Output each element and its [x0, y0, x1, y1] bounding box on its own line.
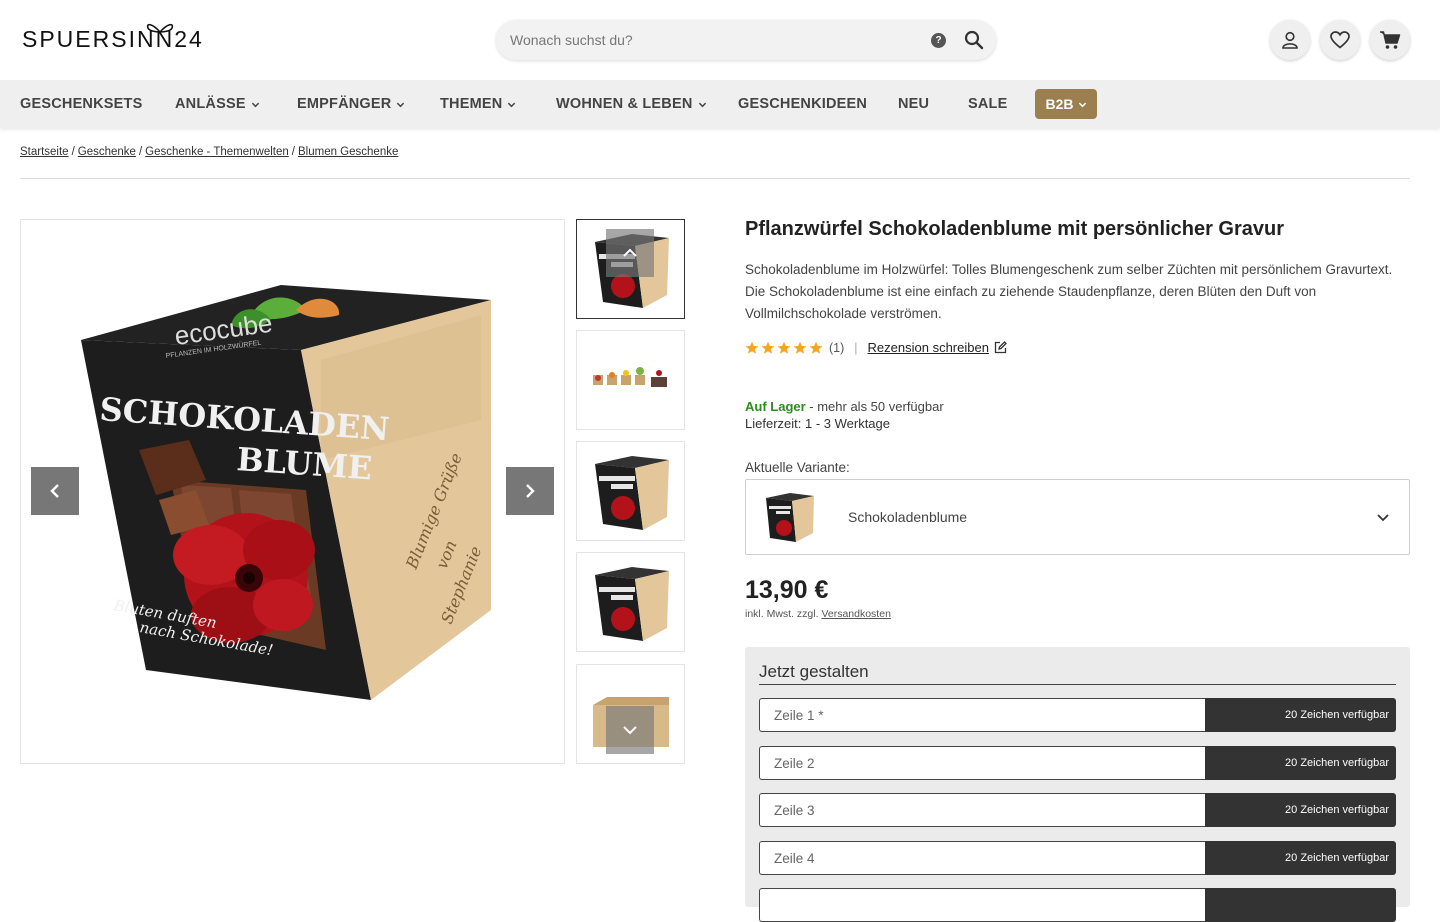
rating-separator: | — [854, 340, 858, 355]
star-icon — [761, 341, 775, 354]
nav-item-sale[interactable]: SALE — [968, 80, 1007, 128]
chevron-down-icon — [623, 726, 637, 735]
product-cube-image: ecocube PFLANZEN IM HOLZWÜRFEL SCHOKOLAD… — [81, 285, 491, 700]
edit-icon — [994, 341, 1007, 354]
product-description: Schokoladenblume im Holzwürfel: Tolles B… — [745, 262, 1393, 321]
breadcrumb-link-blumen[interactable]: Blumen Geschenke — [298, 146, 398, 158]
breadcrumb-divider — [20, 178, 1410, 179]
thumbnail-4[interactable] — [576, 552, 685, 652]
engraving-configurator: Jetzt gestalten 20 Zeichen verfügbar 20 … — [745, 647, 1410, 922]
star-icon — [793, 341, 807, 354]
star-icon — [809, 341, 823, 354]
search-bar: ? — [496, 20, 996, 60]
variant-select[interactable]: Schokoladenblume — [745, 479, 1410, 555]
stock-status: Auf Lager — [745, 399, 806, 414]
breadcrumb-link-startseite[interactable]: Startseite — [20, 146, 69, 158]
thumbnail-2[interactable] — [576, 330, 685, 430]
chevron-up-icon — [623, 248, 637, 257]
heart-icon — [1330, 31, 1350, 49]
shipping-costs-link[interactable]: Versandkosten — [821, 608, 890, 620]
product-rating: (1) | Rezension schreiben — [745, 340, 1007, 355]
gallery-next-button[interactable] — [506, 467, 554, 515]
engraving-line-5-input[interactable] — [759, 888, 1205, 922]
engraving-line-1-counter: 20 Zeichen verfügbar — [1205, 698, 1396, 732]
chevron-down-icon — [698, 102, 706, 107]
engraving-line-1: 20 Zeichen verfügbar — [759, 698, 1396, 732]
chevron-right-icon — [526, 484, 535, 498]
breadcrumb: Startseite / Geschenke / Geschenke - Theme… — [20, 146, 399, 158]
wishlist-button[interactable] — [1320, 20, 1360, 60]
nav-item-themen[interactable]: THEMEN — [440, 80, 516, 128]
help-icon[interactable]: ? — [931, 33, 946, 48]
nav-item-anlaesse[interactable]: ANLÄSSE — [175, 80, 260, 128]
nav-item-geschenksets[interactable]: GESCHENKSETS — [20, 80, 142, 128]
star-icon — [745, 341, 759, 354]
nav-item-empfaenger[interactable]: EMPFÄNGER — [297, 80, 405, 128]
main-navigation: GESCHENKSETS ANLÄSSE EMPFÄNGER THEMEN WO… — [0, 80, 1440, 128]
thumbnail-multiple-cubes-image — [593, 367, 667, 387]
engraving-line-4-counter: 20 Zeichen verfügbar — [1205, 841, 1396, 875]
search-input[interactable] — [510, 20, 910, 60]
gallery-prev-button[interactable] — [31, 467, 79, 515]
rating-stars[interactable] — [745, 341, 823, 355]
search-icon[interactable] — [964, 30, 984, 50]
thumbnails-scroll-down-button[interactable] — [606, 706, 654, 754]
tax-info: inkl. Mwst. zzgl. Versandkosten — [745, 608, 891, 620]
site-header: SPUERSINN24 ? — [0, 0, 1440, 80]
nav-item-neu[interactable]: NEU — [898, 80, 929, 128]
chevron-left-icon — [50, 484, 59, 498]
site-logo[interactable]: SPUERSINN24 — [22, 23, 204, 53]
engraving-line-1-input[interactable] — [759, 698, 1205, 732]
product-price: 13,90 € — [745, 576, 829, 604]
engraving-line-5 — [759, 888, 1396, 922]
engraving-line-5-counter — [1205, 888, 1396, 922]
nav-item-wohnen-leben[interactable]: WOHNEN & LEBEN — [556, 80, 707, 128]
engraving-line-3-counter: 20 Zeichen verfügbar — [1205, 793, 1396, 827]
rating-count: (1) — [829, 340, 845, 355]
thumbnails-scroll-up-button[interactable] — [606, 229, 654, 277]
user-icon — [1282, 31, 1298, 49]
engraving-line-4: 20 Zeichen verfügbar — [759, 841, 1396, 875]
account-button[interactable] — [1270, 20, 1310, 60]
gift-bow-icon — [146, 23, 174, 33]
engraving-line-2: 20 Zeichen verfügbar — [759, 746, 1396, 780]
stock-detail: - mehr als 50 verfügbar — [805, 399, 944, 414]
chevron-down-icon — [508, 102, 516, 107]
chevron-down-icon — [1078, 102, 1086, 107]
delivery-time: Lieferzeit: 1 - 3 Werktage — [745, 416, 890, 431]
engraving-line-3-input[interactable] — [759, 793, 1205, 827]
engraving-line-3: 20 Zeichen verfügbar — [759, 793, 1396, 827]
variant-value: Schokoladenblume — [848, 509, 968, 525]
product-title: Pflanzwürfel Schokoladenblume mit persön… — [745, 218, 1285, 240]
cart-icon — [1380, 31, 1401, 49]
engraving-line-2-counter: 20 Zeichen verfügbar — [1205, 746, 1396, 780]
product-main-image[interactable]: ecocube PFLANZEN IM HOLZWÜRFEL SCHOKOLAD… — [20, 219, 565, 764]
star-icon — [777, 341, 791, 354]
thumbnail-cube-image — [595, 567, 669, 641]
breadcrumb-link-geschenke[interactable]: Geschenke — [78, 146, 136, 158]
stock-info: Auf Lager - mehr als 50 verfügbar Liefer… — [745, 398, 944, 432]
cart-button[interactable] — [1370, 20, 1410, 60]
chevron-down-icon — [397, 102, 405, 107]
nav-item-b2b[interactable]: B2B — [1035, 89, 1097, 119]
thumbnail-cube-image — [595, 456, 669, 530]
variant-thumbnail — [766, 493, 814, 542]
nav-item-geschenkideen[interactable]: GESCHENKIDEEN — [738, 80, 867, 128]
write-review-link[interactable]: Rezension schreiben — [868, 340, 1007, 355]
chevron-down-icon — [1377, 514, 1389, 522]
chevron-down-icon — [251, 102, 259, 107]
configurator-title: Jetzt gestalten — [759, 662, 1396, 685]
engraving-line-4-input[interactable] — [759, 841, 1205, 875]
variant-label: Aktuelle Variante: — [745, 460, 850, 475]
breadcrumb-link-themenwelten[interactable]: Geschenke - Themenwelten — [145, 146, 289, 158]
thumbnail-3[interactable] — [576, 441, 685, 541]
engraving-line-2-input[interactable] — [759, 746, 1205, 780]
